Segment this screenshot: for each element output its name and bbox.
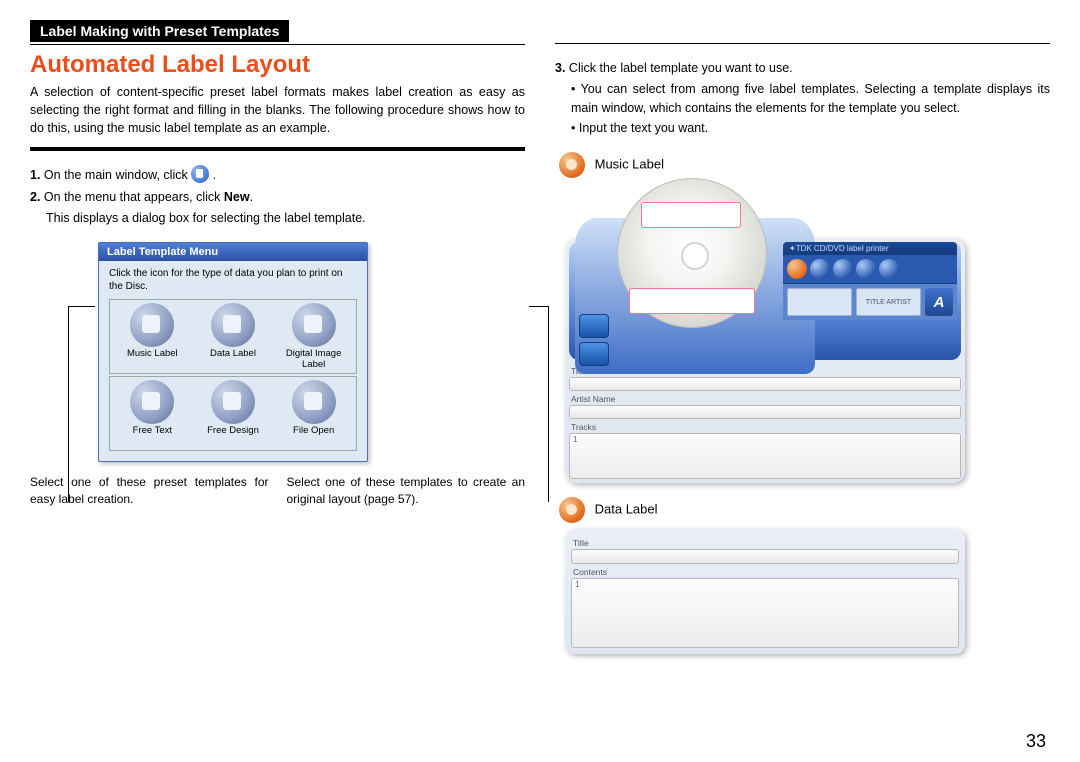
step-2-text-b: .: [250, 190, 253, 204]
app-top-panel: ✦TDK CD/DVD label printer TITLE ARTIST A: [569, 242, 961, 360]
rule-thick: [30, 147, 525, 151]
callout-left: Select one of these preset templates for…: [30, 474, 269, 508]
section-header: Label Making with Preset Templates: [30, 20, 289, 42]
field-label-artist: Artist Name: [571, 394, 959, 404]
rule-thin: [30, 44, 525, 45]
template-digital-image-label[interactable]: Digital Image Label: [279, 303, 349, 371]
contents-input[interactable]: 1: [571, 578, 959, 648]
toolbar: [783, 255, 957, 284]
tracks-input[interactable]: 1: [569, 433, 961, 479]
file-open-icon: [292, 380, 336, 424]
artist-input[interactable]: [569, 405, 961, 419]
step-2-sub: This displays a dialog box for selecting…: [46, 209, 525, 228]
callout-line-left: [68, 306, 69, 502]
music-label-round-icon: [559, 152, 585, 178]
step-3-text: Click the label template you want to use…: [569, 61, 793, 75]
page-number: 33: [1026, 731, 1046, 752]
data-label-icon: [211, 303, 255, 347]
data-title-input[interactable]: [571, 549, 959, 564]
callout-right: Select one of these templates to create …: [287, 474, 526, 508]
step-1-text: On the main window, click: [44, 168, 191, 182]
step-3-number: 3.: [555, 61, 565, 75]
font-style-button[interactable]: A: [925, 288, 953, 316]
field-label-title: Title: [573, 538, 957, 548]
print-button[interactable]: [579, 342, 609, 366]
field-label-tracks: Tracks: [571, 422, 959, 432]
disc-artist-field[interactable]: [629, 288, 755, 314]
step-2: 2. On the menu that appears, click New.: [30, 187, 525, 207]
step-2-number: 2.: [30, 190, 40, 204]
label-template-menu-dialog: Label Template Menu Click the icon for t…: [98, 242, 368, 462]
free-text-icon: [130, 380, 174, 424]
template-data-label[interactable]: Data Label: [198, 303, 268, 371]
music-label-app-window: ✦TDK CD/DVD label printer TITLE ARTIST A: [565, 238, 965, 483]
data-label-round-icon: [559, 497, 585, 523]
template-music-label[interactable]: Music Label: [117, 303, 187, 371]
step-2-text-a: On the menu that appears, click: [44, 190, 224, 204]
step-3: 3. Click the label template you want to …: [555, 58, 1050, 78]
eject-button[interactable]: [579, 314, 609, 338]
tool-settings-icon[interactable]: [879, 259, 899, 279]
data-label-heading: Data Label: [559, 497, 1050, 523]
layout-thumb-2[interactable]: TITLE ARTIST: [856, 288, 921, 316]
template-file-open[interactable]: File Open: [279, 380, 349, 448]
free-design-icon: [211, 380, 255, 424]
tool-edit-icon[interactable]: [833, 259, 853, 279]
title-input[interactable]: [569, 377, 961, 391]
step-1: 1. On the main window, click .: [30, 165, 525, 185]
digital-image-label-icon: [292, 303, 336, 347]
template-group-presets: Music Label Data Label Digital Image Lab…: [109, 299, 357, 374]
callout-line-right: [548, 306, 549, 502]
tool-help-icon[interactable]: [856, 259, 876, 279]
step-2-bold: New: [224, 190, 250, 204]
template-free-design[interactable]: Free Design: [198, 380, 268, 448]
dialog-title: Label Template Menu: [99, 243, 367, 261]
data-label-app-window: Title Contents 1: [565, 529, 965, 654]
field-label-contents: Contents: [573, 567, 957, 577]
layout-thumb-1[interactable]: [787, 288, 852, 316]
disc-title-field[interactable]: [641, 202, 741, 228]
app-brand-bar: ✦TDK CD/DVD label printer: [783, 242, 957, 255]
template-free-text[interactable]: Free Text: [117, 380, 187, 448]
template-group-free: Free Text Free Design File Open: [109, 376, 357, 451]
step-1-number: 1.: [30, 168, 40, 182]
page-title: Automated Label Layout: [30, 51, 525, 79]
new-file-icon: [191, 165, 209, 183]
step-3-bullet-1: • You can select from among five label t…: [571, 80, 1050, 119]
dialog-instruction: Click the icon for the type of data you …: [99, 261, 367, 295]
step-1-tail: .: [213, 168, 216, 182]
step-3-bullet-2: • Input the text you want.: [571, 119, 1050, 138]
rule-thin: [555, 20, 1050, 44]
tool-new-icon[interactable]: [810, 259, 830, 279]
intro-paragraph: A selection of content-specific preset l…: [30, 83, 525, 137]
music-label-icon: [130, 303, 174, 347]
music-label-heading: Music Label: [559, 152, 1050, 178]
tool-music-icon[interactable]: [787, 259, 807, 279]
